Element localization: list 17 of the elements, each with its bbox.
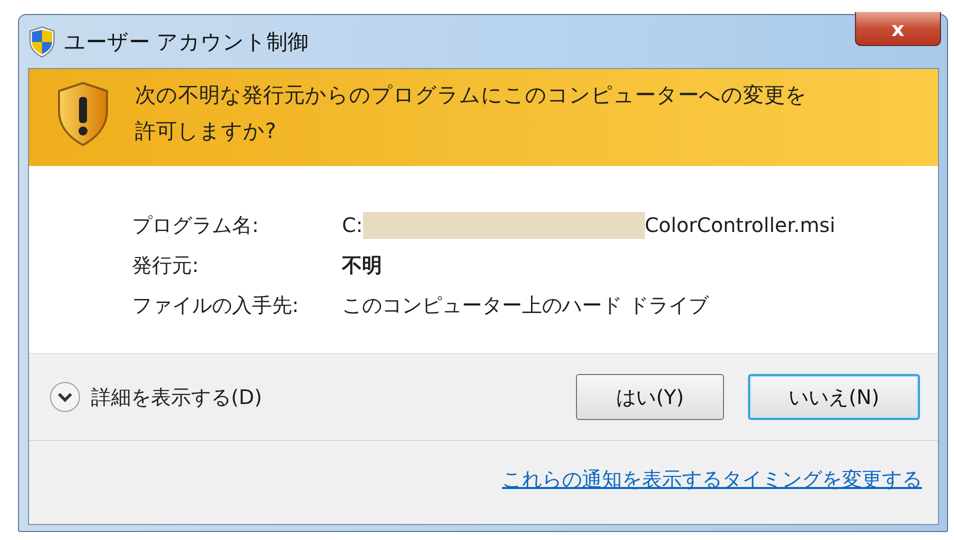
detail-label: 発行元:: [132, 252, 200, 279]
warning-shield-icon: [56, 81, 110, 147]
shield-icon: [28, 26, 56, 58]
window-title: ユーザー アカウント制御: [64, 28, 309, 56]
detail-value: 不明: [342, 252, 382, 279]
detail-value: このコンピューター上のハード ドライブ: [342, 292, 708, 319]
detail-label: ファイルの入手先:: [132, 292, 300, 319]
path-prefix: C:: [342, 212, 363, 239]
warning-message: 次の不明な発行元からのプログラムにこのコンピューターへの変更を許可しますか?: [135, 82, 808, 145]
chevron-icon[interactable]: [49, 381, 81, 413]
file-name: ColorController.msi: [644, 212, 836, 239]
settings-link[interactable]: これらの通知を表示するタイミングを変更する: [502, 466, 922, 493]
close-button[interactable]: x: [855, 12, 941, 46]
no-button[interactable]: いいえ(N): [748, 374, 920, 420]
detail-label: プログラム名:: [132, 212, 260, 239]
yes-button[interactable]: はい(Y): [576, 374, 724, 420]
show-details-toggle[interactable]: 詳細を表示する(D): [91, 384, 262, 410]
